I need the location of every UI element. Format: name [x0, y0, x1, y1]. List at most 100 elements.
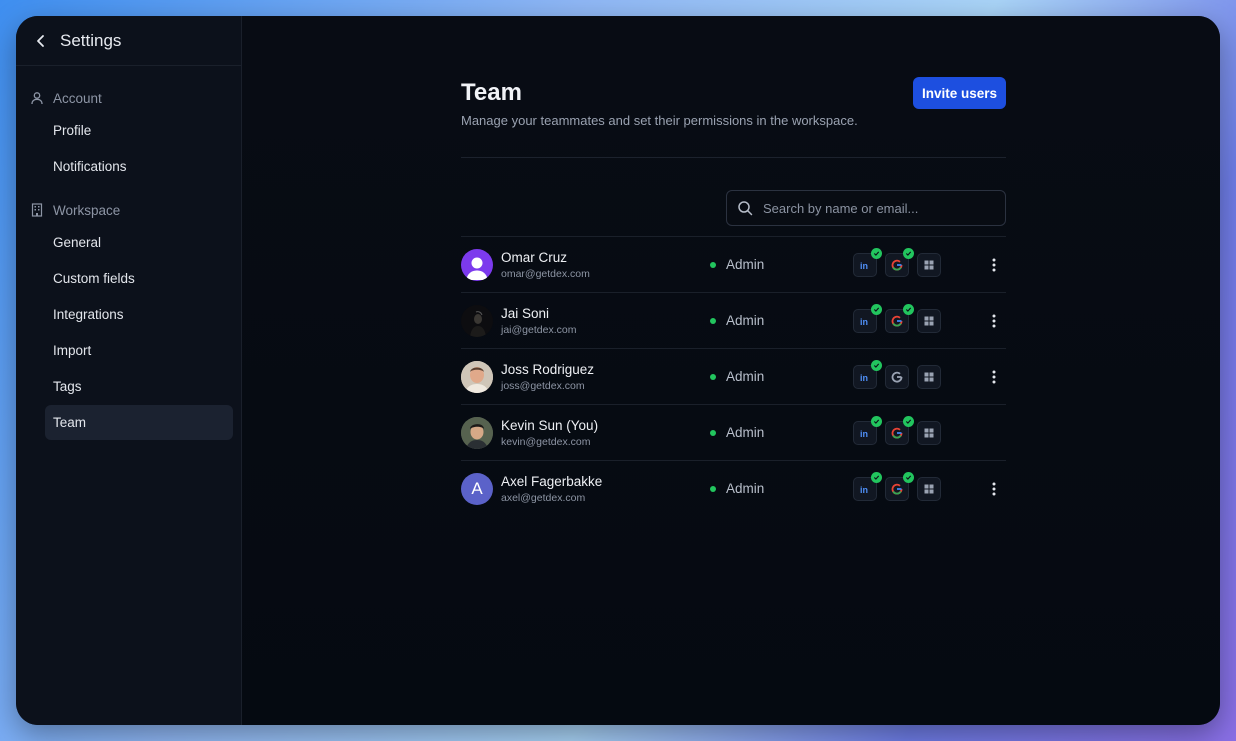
role-label: Admin [726, 257, 765, 272]
connected-check-icon [903, 416, 914, 427]
table-row: Joss Rodriguez joss@getdex.com Admin in [461, 348, 1006, 404]
linkedin-badge[interactable]: in [853, 360, 882, 389]
search-box[interactable] [726, 190, 1006, 226]
sidebar-item-profile[interactable]: Profile [45, 113, 233, 148]
avatar [461, 361, 493, 393]
role-status[interactable]: Admin [710, 313, 764, 328]
integrations: in [853, 248, 941, 277]
google-badge[interactable] [885, 304, 914, 333]
more-options-icon[interactable] [988, 312, 1000, 330]
sidebar-item-label: Team [53, 415, 87, 430]
table-row: A Axel Fagerbakke axel@getdex.com Admin … [461, 460, 1006, 516]
section-workspace-label: Workspace [53, 202, 121, 218]
google-badge[interactable] [885, 416, 914, 445]
google-badge[interactable] [885, 365, 909, 389]
member-name: Joss Rodriguez [501, 362, 595, 377]
grid-icon [924, 316, 934, 326]
connected-check-icon [903, 304, 914, 315]
role-status[interactable]: Admin [710, 481, 764, 496]
svg-text:in: in [860, 373, 868, 383]
linkedin-icon: in [860, 485, 868, 495]
svg-text:in: in [860, 429, 868, 439]
grid-app-badge[interactable] [917, 253, 941, 277]
sidebar-item-label: Integrations [53, 307, 124, 322]
member-email: omar@getdex.com [501, 268, 590, 280]
settings-sidebar: Settings Account Profile Notifications W… [16, 16, 242, 725]
search-input[interactable] [763, 200, 993, 216]
sidebar-item-custom-fields[interactable]: Custom fields [45, 261, 233, 296]
linkedin-icon: in [860, 429, 868, 439]
google-badge[interactable] [885, 472, 914, 501]
connected-check-icon [903, 472, 914, 483]
section-workspace: Workspace [16, 200, 241, 220]
invite-users-button[interactable]: Invite users [912, 77, 1006, 109]
member-name: Kevin Sun (You) [501, 418, 599, 433]
svg-text:in: in [860, 261, 868, 271]
connected-check-icon [871, 248, 882, 259]
placeholder-person-icon [466, 257, 488, 280]
linkedin-badge[interactable]: in [853, 416, 882, 445]
search-icon [737, 200, 753, 216]
back-arrow-icon[interactable] [34, 33, 50, 49]
status-dot [710, 317, 716, 324]
sidebar-header: Settings [16, 16, 241, 66]
sidebar-item-integrations[interactable]: Integrations [45, 297, 233, 332]
status-dot [710, 373, 716, 380]
grid-app-badge[interactable] [917, 477, 941, 501]
more-options-icon[interactable] [988, 480, 1000, 498]
member-email: axel@getdex.com [501, 492, 586, 504]
role-label: Admin [726, 481, 765, 496]
google-badge[interactable] [885, 248, 914, 277]
member-name: Jai Soni [501, 306, 550, 321]
grid-icon [924, 428, 934, 438]
connected-check-icon [871, 360, 882, 371]
sidebar-item-notifications[interactable]: Notifications [45, 149, 233, 184]
linkedin-badge[interactable]: in [853, 472, 882, 501]
sidebar-item-team[interactable]: Team [45, 405, 233, 440]
status-dot [710, 261, 716, 268]
sidebar-item-tags[interactable]: Tags [45, 369, 233, 404]
team-page: Team Manage your teammates and set their… [242, 16, 1220, 725]
building-icon [30, 203, 44, 217]
more-options-icon[interactable] [988, 256, 1000, 274]
sidebar-item-import[interactable]: Import [45, 333, 233, 368]
connected-check-icon [903, 248, 914, 259]
role-status[interactable]: Admin [710, 425, 764, 440]
role-label: Admin [726, 313, 765, 328]
page-subtitle: Manage your teammates and set their perm… [461, 113, 858, 128]
google-icon [891, 483, 903, 495]
grid-app-badge[interactable] [917, 421, 941, 445]
page-title: Team [461, 79, 522, 106]
member-name: Omar Cruz [501, 250, 568, 265]
status-dot [710, 485, 716, 492]
role-status[interactable]: Admin [710, 257, 764, 272]
divider [461, 157, 1006, 158]
avatar-photo [461, 361, 493, 393]
sidebar-item-label: Notifications [53, 159, 127, 174]
member-name: Axel Fagerbakke [501, 474, 603, 489]
more-options-icon[interactable] [988, 368, 1000, 386]
sidebar-item-label: General [53, 235, 102, 250]
avatar-photo [461, 417, 493, 449]
section-account: Account [16, 88, 241, 108]
sidebar-item-general[interactable]: General [45, 225, 233, 260]
grid-icon [924, 484, 934, 494]
sidebar-title: Settings [60, 30, 122, 50]
grid-app-badge[interactable] [917, 309, 941, 333]
member-email: kevin@getdex.com [501, 436, 591, 448]
avatar [461, 417, 493, 449]
linkedin-badge[interactable]: in [853, 248, 882, 277]
integrations: in [853, 416, 941, 445]
connected-check-icon [871, 472, 882, 483]
avatar [461, 305, 493, 337]
role-status[interactable]: Admin [710, 369, 764, 384]
linkedin-badge[interactable]: in [853, 304, 882, 333]
avatar-initial: A [471, 479, 483, 498]
section-account-label: Account [53, 90, 102, 106]
role-label: Admin [726, 369, 765, 384]
integrations: in [853, 472, 941, 501]
grid-app-badge[interactable] [917, 365, 941, 389]
grid-icon [924, 260, 934, 270]
linkedin-icon: in [860, 261, 868, 271]
google-icon [891, 259, 903, 271]
